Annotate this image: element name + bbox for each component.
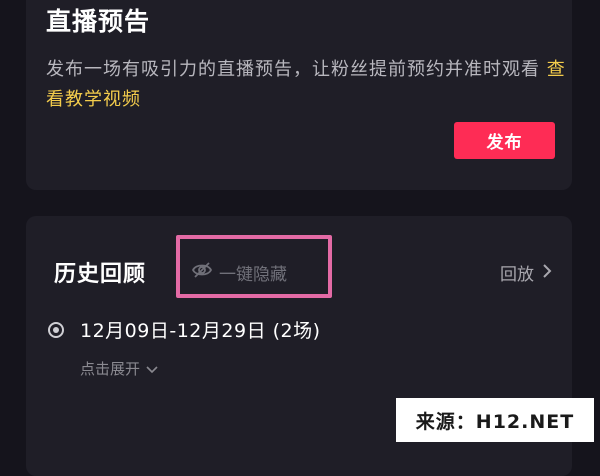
hide-all-label: 一键隐藏 [219, 265, 287, 285]
history-period-item[interactable]: 12月09日-12月29日 (2场) [48, 316, 321, 343]
chevron-right-icon [542, 263, 552, 283]
live-preview-card: 直播预告 发布一场有吸引力的直播预告，让粉丝提前预约并准时观看 查看教学视频 发… [26, 0, 572, 190]
live-preview-description-text: 发布一场有吸引力的直播预告，让粉丝提前预约并准时观看 [46, 59, 540, 80]
history-review-title: 历史回顾 [54, 262, 147, 287]
hide-all-button[interactable]: 一键隐藏 [191, 260, 287, 285]
expand-button[interactable]: 点击展开 [80, 358, 158, 379]
history-period-label: 12月09日-12月29日 (2场) [80, 320, 321, 342]
source-watermark: 来源：H12.NET [396, 398, 594, 442]
publish-button[interactable]: 发布 [454, 122, 555, 159]
chevron-down-icon [146, 360, 158, 378]
expand-label: 点击展开 [80, 360, 141, 378]
radio-selected-icon[interactable] [48, 321, 64, 338]
live-preview-title: 直播预告 [46, 7, 151, 36]
replay-link[interactable]: 回放 [500, 260, 552, 285]
live-preview-description: 发布一场有吸引力的直播预告，让粉丝提前预约并准时观看 查看教学视频 [46, 55, 566, 115]
replay-label: 回放 [500, 265, 534, 285]
eye-slash-icon [191, 261, 213, 284]
